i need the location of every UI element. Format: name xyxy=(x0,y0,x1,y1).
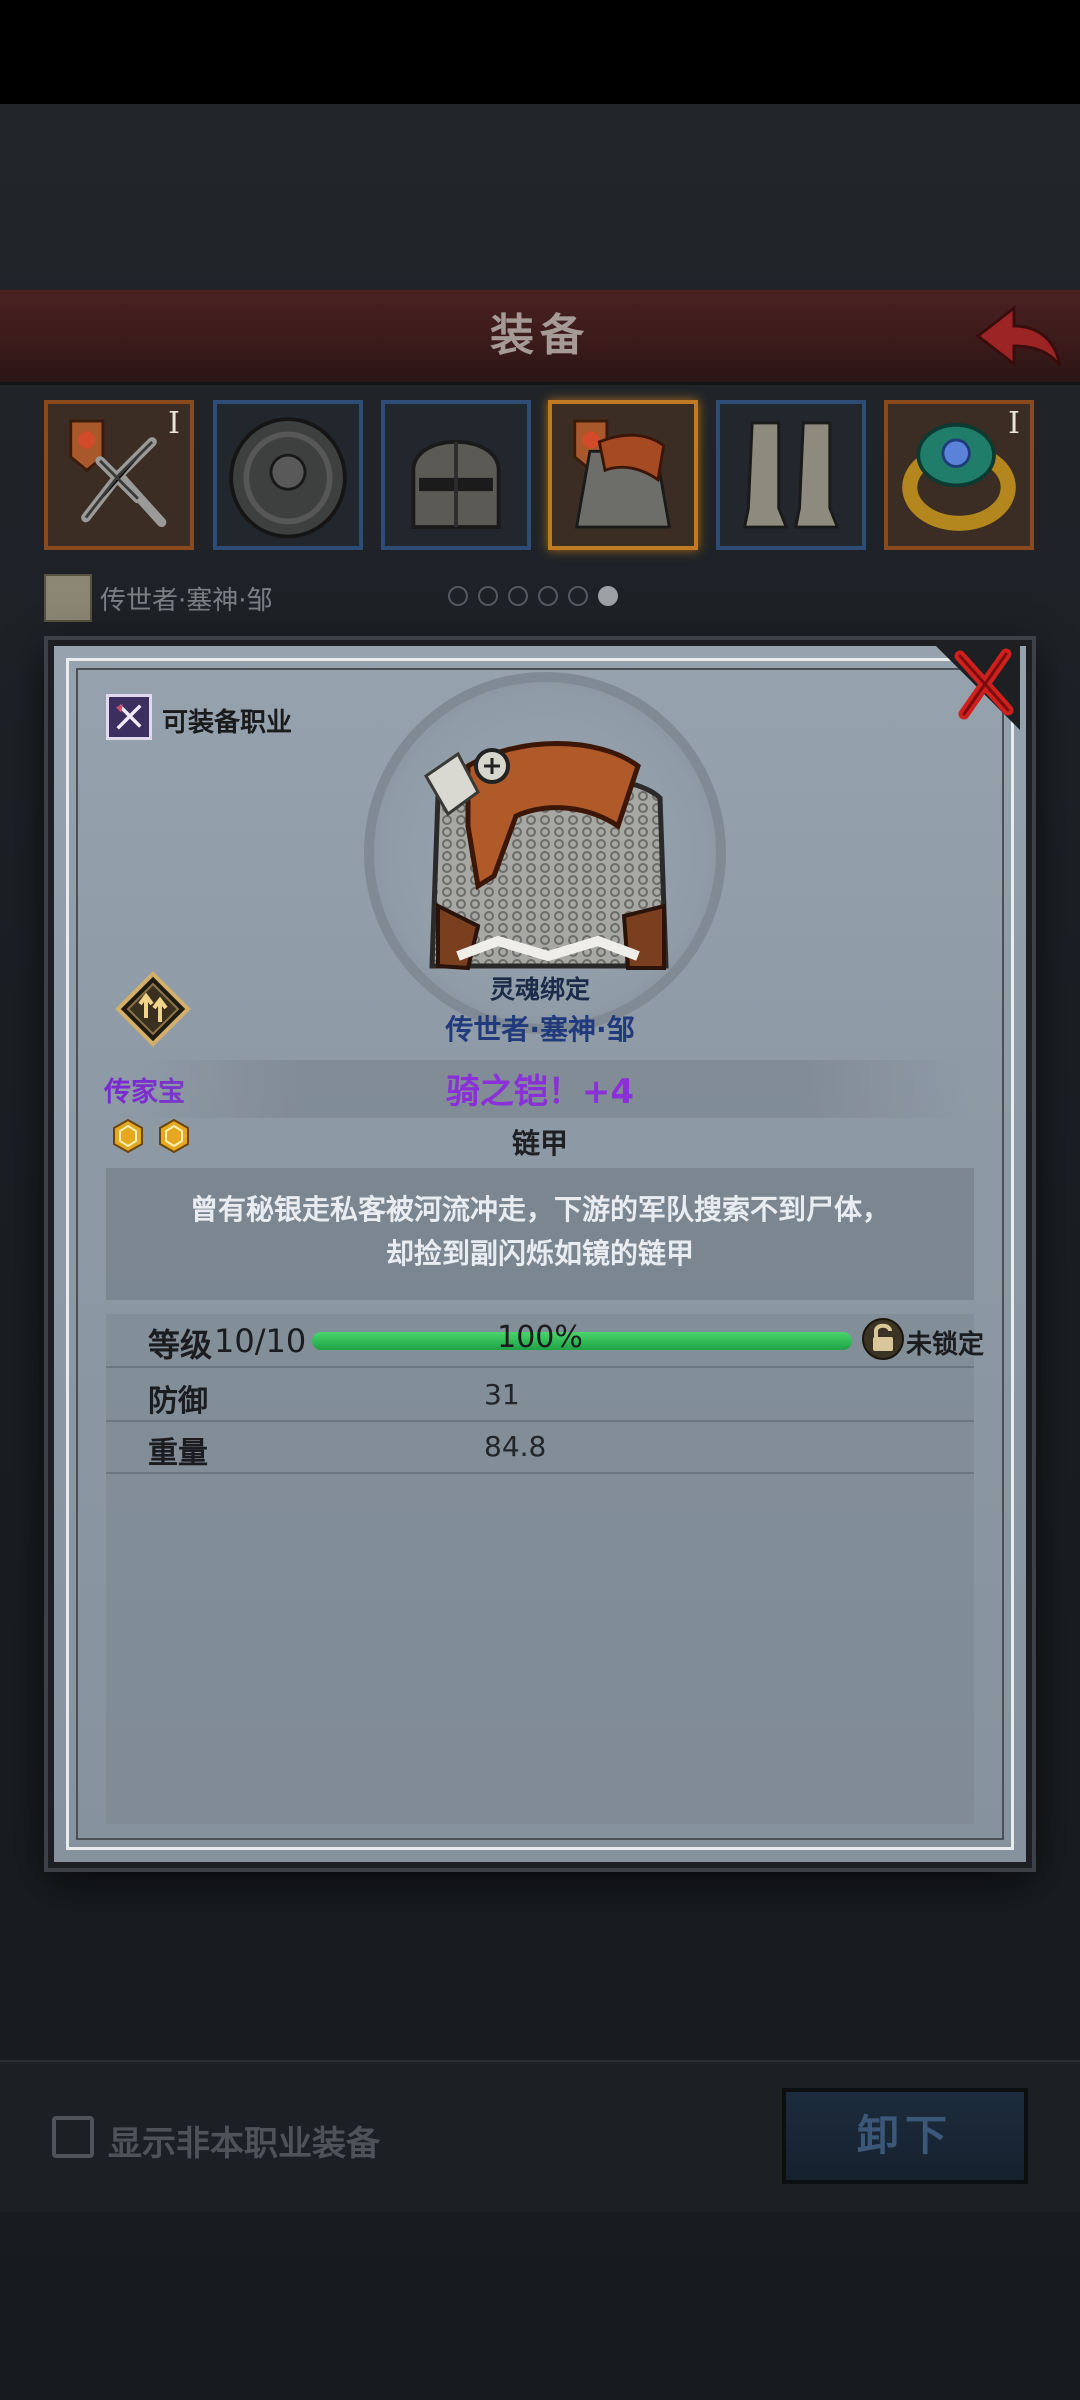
stat-label: 防御 xyxy=(148,1384,208,1419)
slot-helmet[interactable] xyxy=(381,400,531,550)
stats-panel: 等级 10/10 100% 未锁定 防御 31 重量 84.8 xyxy=(106,1314,984,1824)
page-title: 装备 xyxy=(490,310,590,361)
item-name: 骑之铠！+4 xyxy=(445,1072,635,1112)
unequip-button[interactable]: 卸下 xyxy=(782,2088,1028,2184)
close-icon[interactable] xyxy=(930,640,1020,730)
level-row: 等级 10/10 100% 未锁定 xyxy=(106,1314,984,1368)
slot-shield[interactable] xyxy=(213,400,363,550)
page-indicator xyxy=(448,586,618,610)
tier-badge: I xyxy=(168,406,180,441)
shield-icon xyxy=(229,417,347,539)
checkbox[interactable] xyxy=(52,2116,94,2158)
page-dot[interactable] xyxy=(568,586,588,606)
back-arrow-icon[interactable] xyxy=(974,302,1064,370)
page-dot[interactable] xyxy=(478,586,498,606)
page-dot[interactable] xyxy=(538,586,558,606)
level-progress-text: 100% xyxy=(497,1320,583,1355)
page-dot[interactable] xyxy=(448,586,468,606)
lock-icon[interactable] xyxy=(862,1318,904,1360)
boots-icon xyxy=(742,421,840,529)
description-line: 却捡到副闪烁如镜的链甲 xyxy=(385,1237,694,1270)
heirloom-icon[interactable] xyxy=(114,970,192,1048)
chainmail-armor-icon xyxy=(424,741,669,971)
stat-row-defense: 防御 31 xyxy=(106,1368,974,1422)
item-owner: 传世者·塞神·邹 xyxy=(445,1013,635,1046)
slot-ring[interactable]: I xyxy=(884,400,1034,550)
class-requirement-label: 可装备职业 xyxy=(162,708,293,738)
hero-name: 传世者·塞神·邹 xyxy=(100,586,273,616)
soulbound-label: 灵魂绑定 xyxy=(489,975,590,1004)
slot-armor[interactable] xyxy=(548,400,698,550)
stat-value: 31 xyxy=(484,1378,520,1411)
status-bar xyxy=(0,0,1080,104)
show-other-class-label: 显示非本职业装备 xyxy=(108,2124,380,2164)
equipment-header: 装备 xyxy=(0,290,1080,385)
stat-label: 重量 xyxy=(148,1436,208,1471)
item-detail-modal: 可装备职业 灵魂绑定 传世者·塞神·邹 传家宝 xyxy=(48,640,1032,1868)
stat-row-weight: 重量 84.8 xyxy=(106,1420,974,1474)
slot-weapon[interactable]: I xyxy=(44,400,194,550)
crossed-weapons-icon xyxy=(106,694,152,740)
page-dot-active[interactable] xyxy=(598,586,618,606)
page-dot[interactable] xyxy=(508,586,528,606)
slot-boots[interactable] xyxy=(716,400,866,550)
item-type: 链甲 xyxy=(511,1127,568,1160)
lock-status: 未锁定 xyxy=(906,1330,985,1360)
tier-badge: I xyxy=(1008,406,1020,441)
armor-icon xyxy=(573,419,672,529)
description-line: 曾有秘银走私客被河流冲走，下游的军队搜索不到尸体， xyxy=(189,1193,890,1226)
helmet-icon xyxy=(411,440,501,529)
item-description: 曾有秘银走私客被河流冲走，下游的军队搜索不到尸体， 却捡到副闪烁如镜的链甲 xyxy=(106,1168,974,1300)
stat-value: 84.8 xyxy=(484,1430,547,1463)
hero-avatar xyxy=(44,574,92,622)
